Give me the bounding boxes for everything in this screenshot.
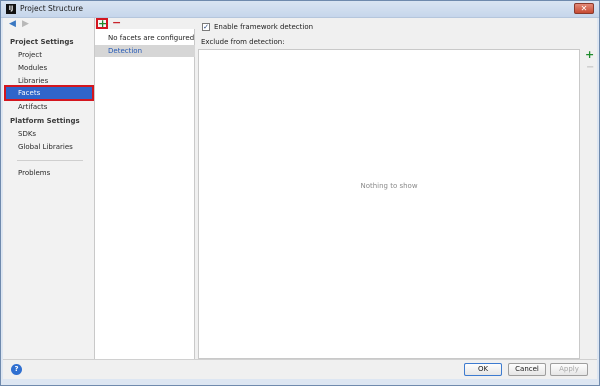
sidebar-item-facets[interactable]: Facets [4,85,94,101]
platform-settings-header: Platform Settings [10,117,80,125]
cancel-button[interactable]: Cancel [508,363,546,376]
sidebar-item-problems[interactable]: Problems [18,169,50,177]
enable-framework-detection-label: Enable framework detection [214,23,314,31]
forward-arrow-icon[interactable]: ▶ [22,20,30,29]
enable-framework-detection-checkbox[interactable]: ✓ [202,23,210,31]
add-exclusion-button[interactable]: + [585,49,594,60]
exclude-from-detection-label: Exclude from detection: [201,38,285,46]
project-settings-header: Project Settings [10,38,74,46]
facets-list-panel: + − No facets are configured Detection [95,17,195,359]
sidebar-item-project[interactable]: Project [18,51,42,59]
sidebar-item-artifacts[interactable]: Artifacts [18,103,47,111]
title-bar: IJ Project Structure ✕ [1,1,599,18]
list-item-no-facets: No facets are configured [108,34,195,42]
project-structure-window: IJ Project Structure ✕ ◀ ▶ Project Setti… [0,0,600,386]
list-item-detection[interactable]: Detection [95,45,195,57]
ok-button[interactable]: OK [464,363,502,376]
window-title: Project Structure [20,4,83,13]
back-arrow-icon[interactable]: ◀ [9,20,17,29]
apply-button[interactable]: Apply [550,363,588,376]
sidebar-divider [17,160,83,161]
sidebar-item-modules[interactable]: Modules [18,64,47,72]
add-facet-button[interactable]: + [96,18,108,29]
help-icon[interactable]: ? [11,364,22,375]
dialog-content: ◀ ▶ Project Settings Project Modules Lib… [3,17,597,379]
dialog-button-bar: ? OK Cancel Apply [3,359,597,379]
sidebar-item-global-libraries[interactable]: Global Libraries [18,143,73,151]
settings-sidebar: ◀ ▶ Project Settings Project Modules Lib… [3,18,95,359]
facets-list-toolbar: + − [95,17,195,29]
intellij-app-icon: IJ [6,4,16,14]
close-window-button[interactable]: ✕ [574,3,594,14]
detection-detail-pane: ✓ Enable framework detection Exclude fro… [195,18,597,359]
sidebar-item-libraries[interactable]: Libraries [18,77,48,85]
sidebar-item-sdks[interactable]: SDKs [18,130,36,138]
empty-list-message: Nothing to show [360,182,418,190]
exclude-from-detection-list[interactable]: Nothing to show [198,49,580,359]
remove-facet-button[interactable]: − [112,17,122,28]
remove-exclusion-button[interactable]: − [586,63,594,73]
